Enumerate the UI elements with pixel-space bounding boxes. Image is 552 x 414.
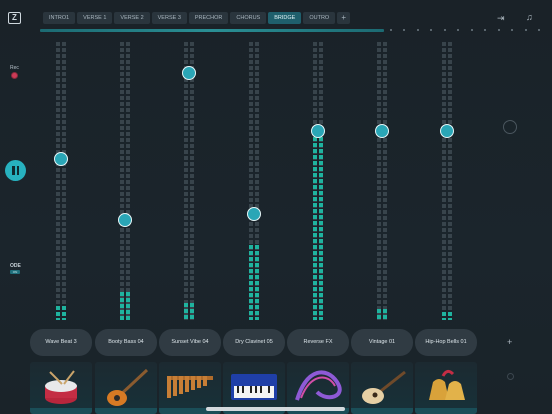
volume-fader-knob[interactable] (375, 123, 389, 138)
level-meter (383, 42, 387, 320)
volume-fader-knob[interactable] (311, 123, 325, 138)
timeline-markers (390, 29, 540, 32)
home-indicator (206, 407, 345, 411)
timeline-progress[interactable] (40, 29, 384, 32)
tab-bridge[interactable]: BRIDGE (268, 12, 302, 24)
level-meter (184, 42, 188, 320)
level-meter (120, 42, 124, 320)
empty-channel-knob[interactable] (503, 120, 517, 134)
channel-strip (376, 42, 388, 320)
add-track-button[interactable]: + (507, 337, 512, 347)
tab-outro[interactable]: OUTRO (303, 12, 336, 24)
record-button[interactable] (11, 72, 18, 79)
track-button[interactable]: Hip-Hop Bells 01 (415, 329, 477, 356)
track-button[interactable]: Booty Bass 04 (95, 329, 157, 356)
tab-verse-3[interactable]: VERSE 3 (151, 12, 187, 24)
instrument-tile[interactable] (415, 362, 477, 414)
track-button[interactable]: Vintage 01 (351, 329, 413, 356)
channel-strip (248, 42, 260, 320)
instrument-tile[interactable] (351, 362, 413, 414)
level-meter (377, 42, 381, 320)
volume-fader-knob[interactable] (118, 212, 132, 227)
electric-guitar-icon (107, 368, 149, 406)
bells-icon (429, 369, 465, 400)
level-meter (56, 42, 60, 320)
level-meter-fill (313, 130, 317, 320)
level-meter-fill (62, 306, 66, 320)
track-button[interactable]: Dry Clavinet 05 (223, 329, 285, 356)
level-meter (448, 42, 452, 320)
acoustic-guitar-icon (362, 370, 406, 404)
collapse-arrow-icon[interactable]: ⇥ (497, 13, 505, 24)
level-meter-fill (377, 308, 381, 320)
level-meter-fill (184, 303, 188, 320)
add-section-button[interactable]: + (337, 12, 351, 24)
instrument-tile[interactable] (30, 362, 92, 414)
level-meter-fill (442, 311, 446, 320)
level-meter-fill (255, 244, 259, 320)
level-meter-fill (56, 306, 60, 320)
section-tabs: INTRO1 VERSE 1 VERSE 2 VERSE 3 PRECHOR C… (43, 12, 351, 24)
track-button[interactable]: Reverse FX (287, 329, 349, 356)
level-meter-fill (249, 244, 253, 320)
level-meter (190, 42, 194, 320)
level-meter-fill (383, 308, 387, 320)
volume-fader-knob[interactable] (182, 65, 196, 80)
channel-strip (441, 42, 453, 320)
channel-strip (312, 42, 324, 320)
channel-strip (183, 42, 195, 320)
mode-label: ODE (10, 263, 21, 269)
level-meter (126, 42, 130, 320)
channel-strip (119, 42, 131, 320)
drum-icon (45, 370, 77, 404)
rec-label: Rec (10, 65, 19, 71)
level-meter-fill (190, 303, 194, 320)
track-button[interactable]: Sunset Vibe 04 (159, 329, 221, 356)
mode-toggle[interactable]: ON (10, 270, 20, 274)
tab-prechor[interactable]: PRECHOR (188, 12, 229, 24)
level-meter-fill (126, 292, 130, 320)
tab-verse-1[interactable]: VERSE 1 (77, 12, 113, 24)
volume-fader-knob[interactable] (440, 123, 454, 138)
level-meter-fill (319, 130, 323, 320)
level-meter (62, 42, 66, 320)
track-button[interactable]: Wave Beat 3 (30, 329, 92, 356)
pause-button[interactable] (5, 160, 26, 181)
level-meter-fill (448, 311, 452, 320)
volume-fader-knob[interactable] (54, 151, 68, 166)
tab-chorus[interactable]: CHORUS (230, 12, 267, 24)
score-icon[interactable]: ♫ (526, 12, 533, 22)
level-meter-fill (120, 292, 124, 320)
level-meter (442, 42, 446, 320)
instrument-tile[interactable] (95, 362, 157, 414)
empty-slot-icon (507, 373, 514, 380)
logo-icon[interactable]: Z (8, 12, 21, 24)
tab-intro1[interactable]: INTRO1 (43, 12, 76, 24)
channel-strip (55, 42, 67, 320)
tab-verse-2[interactable]: VERSE 2 (114, 12, 150, 24)
